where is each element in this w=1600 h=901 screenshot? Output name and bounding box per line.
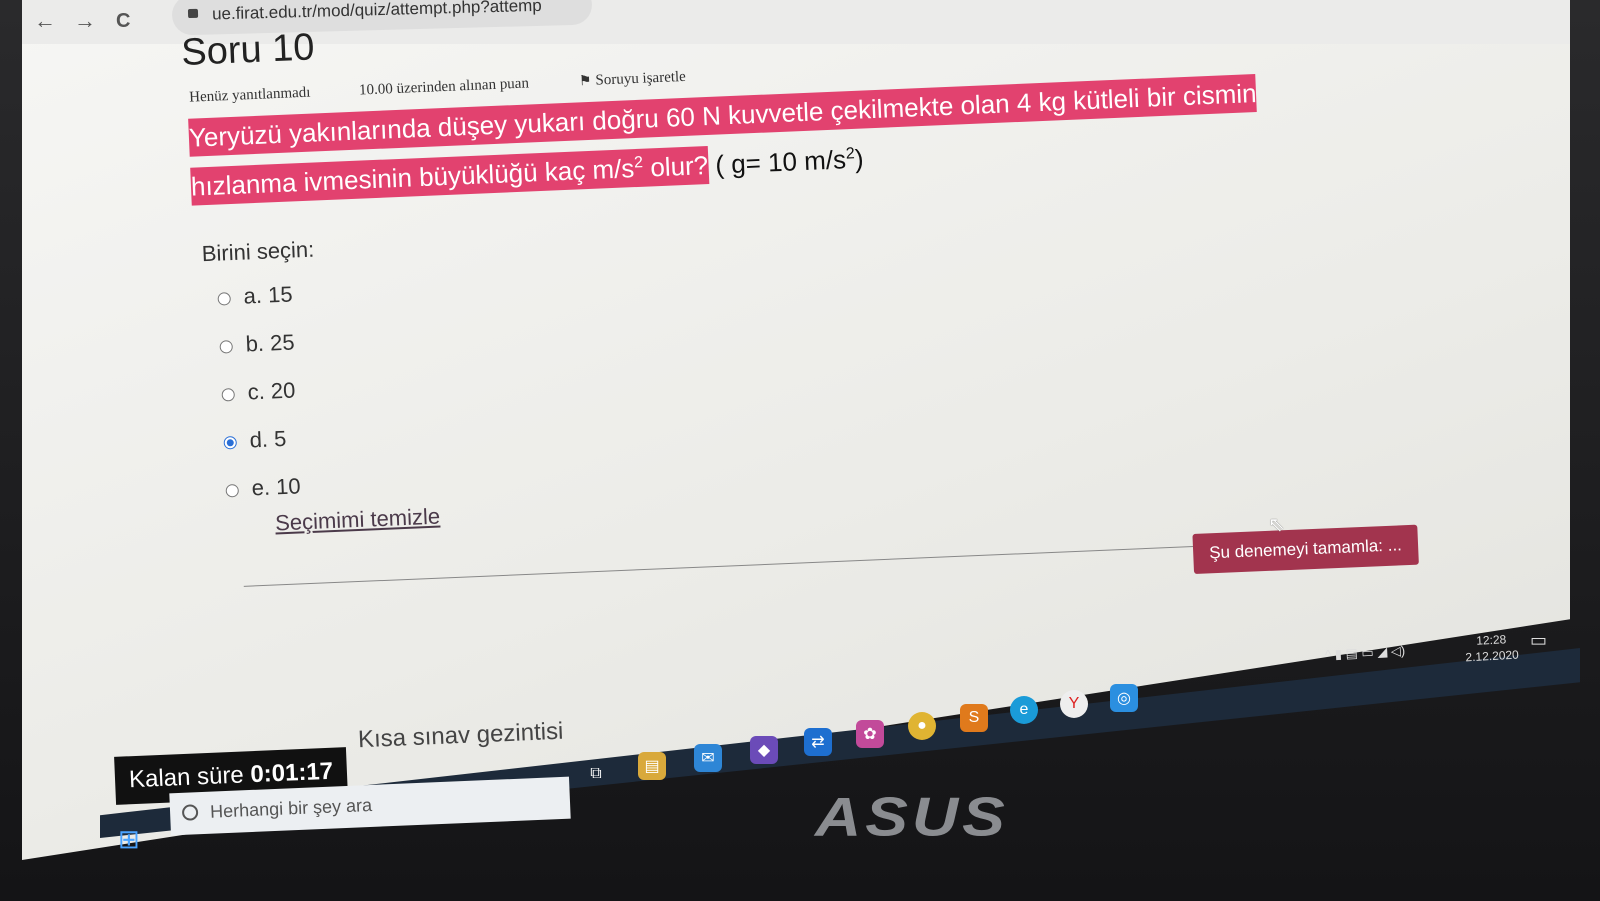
flag-question-link[interactable]: ⚑ Soruyu işaretle (579, 69, 687, 90)
answer-prompt: Birini seçin: (201, 236, 315, 267)
taskbar-clock[interactable]: 12:28 2.12.2020 (1464, 631, 1519, 666)
radio-b[interactable] (219, 340, 233, 354)
quiz-content: Soru 10 Henüz yanıtlanmadı 10.00 üzerind… (180, 0, 1447, 699)
task-view-icon[interactable]: ⧉ (582, 760, 610, 788)
search-icon (181, 804, 199, 821)
flag-label: Soruyu işaretle (595, 68, 687, 89)
lock-icon (187, 8, 199, 19)
radio-d[interactable] (223, 436, 238, 450)
search-placeholder: Herhangi bir şey ara (209, 794, 373, 822)
photos-icon[interactable]: ✿ (856, 720, 884, 748)
option-e-label[interactable]: e. 10 (251, 473, 301, 501)
clear-selection-link[interactable]: Seçimimi temizle (275, 504, 441, 537)
timer-label: Kalan süre (128, 761, 245, 794)
mail-icon[interactable]: ✉ (694, 744, 722, 772)
option-d-label[interactable]: d. 5 (249, 426, 287, 454)
radio-c[interactable] (221, 388, 236, 402)
given-text: ( g= 10 m/s (707, 143, 847, 180)
finish-attempt-button[interactable]: Şu denemeyi tamamla: ... (1192, 524, 1419, 575)
question-points: 10.00 üzerinden alınan puan (358, 75, 530, 99)
option-e[interactable]: e. 10 (225, 473, 301, 507)
question-text: Yeryüzü yakınlarında düşey yukarı doğru … (188, 68, 1321, 208)
sublime-text-icon[interactable]: S (960, 704, 988, 732)
question-status: Henüz yanıtlanmadı (188, 84, 311, 106)
notification-icon[interactable]: ▭ (1530, 630, 1547, 651)
option-c-label[interactable]: c. 20 (247, 378, 296, 406)
option-d[interactable]: d. 5 (223, 426, 287, 459)
windows-start-icon[interactable]: ⊞ (118, 824, 140, 855)
radio-a[interactable] (217, 292, 231, 306)
edge-icon[interactable]: e (1010, 696, 1038, 724)
teamviewer-icon[interactable]: ⇄ (804, 728, 832, 756)
given-text-end: ) (854, 143, 865, 174)
mouse-cursor-icon: ⇖ (1268, 514, 1285, 536)
given-gravity: ( g= 10 m/s2) (707, 143, 864, 179)
back-icon[interactable]: ← (34, 8, 56, 34)
radio-e[interactable] (225, 483, 240, 498)
clock-date: 2.12.2020 (1465, 647, 1520, 665)
option-a-label[interactable]: a. 15 (243, 282, 293, 310)
question-highlight: Yeryüzü yakınlarında düşey yukarı doğru … (188, 74, 1258, 206)
option-a[interactable]: a. 15 (217, 282, 293, 315)
flag-icon: ⚑ (578, 73, 592, 90)
reload-icon[interactable]: C (116, 10, 130, 33)
option-c[interactable]: c. 20 (221, 378, 296, 411)
app-icon[interactable]: ◎ (1110, 684, 1138, 712)
question-title: Soru 10 (180, 26, 316, 74)
option-b[interactable]: b. 25 (219, 329, 295, 363)
file-explorer-icon[interactable]: ▤ (638, 752, 666, 780)
chrome-icon[interactable]: ● (908, 712, 936, 740)
option-b-label[interactable]: b. 25 (245, 329, 295, 357)
visual-studio-icon[interactable]: ◆ (750, 736, 778, 764)
forward-icon[interactable]: → (74, 8, 96, 34)
yandex-icon[interactable]: Y (1060, 690, 1088, 718)
question-text-main: Yeryüzü yakınlarında düşey yukarı doğru … (188, 77, 1258, 202)
asus-logo: ASUS (815, 786, 1009, 848)
question-text-end: olur? (642, 149, 709, 183)
timer-value: 0:01:17 (249, 757, 334, 789)
